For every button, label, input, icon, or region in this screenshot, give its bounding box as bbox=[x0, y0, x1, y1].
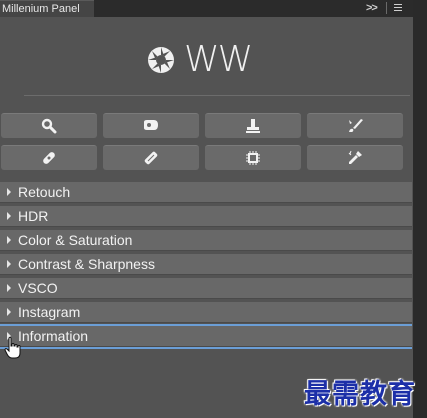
tab-divider bbox=[386, 2, 387, 14]
panel-menu-icon[interactable] bbox=[391, 0, 405, 17]
logo-text: WW bbox=[184, 39, 253, 80]
chip-icon bbox=[246, 151, 260, 165]
section-vsco[interactable]: VSCO bbox=[0, 278, 412, 299]
brush-tool-button[interactable] bbox=[307, 113, 403, 138]
section-label: Information bbox=[18, 328, 89, 344]
stamp-icon bbox=[246, 119, 260, 133]
healing-brush-icon bbox=[144, 151, 158, 165]
section-label: HDR bbox=[18, 208, 49, 224]
search-icon bbox=[41, 118, 57, 134]
panel-tab-title[interactable]: Millenium Panel bbox=[0, 0, 94, 17]
section-contrast-sharpness[interactable]: Contrast & Sharpness bbox=[0, 254, 412, 275]
panel-tab-bar: Millenium Panel >> bbox=[0, 0, 427, 17]
panel-edge-top bbox=[413, 0, 427, 17]
zoom-tool-button[interactable] bbox=[1, 113, 97, 138]
section-hdr[interactable]: HDR bbox=[0, 206, 412, 227]
section-information[interactable]: Information bbox=[0, 326, 412, 347]
section-label: VSCO bbox=[18, 280, 58, 296]
expand-icon[interactable]: >> bbox=[366, 0, 378, 17]
drop-highlight-bottom bbox=[0, 347, 412, 349]
brush-icon bbox=[349, 119, 363, 132]
expand-arrow-icon bbox=[7, 188, 11, 196]
eraser-tool-button[interactable] bbox=[103, 113, 199, 138]
panel-scrollbar-track[interactable] bbox=[413, 17, 427, 418]
panel-logo: WW bbox=[146, 39, 253, 80]
chip-tool-button[interactable] bbox=[205, 145, 301, 170]
bandage-tool-button[interactable] bbox=[1, 145, 97, 170]
hand-cursor-icon bbox=[4, 336, 21, 359]
section-label: Color & Saturation bbox=[18, 232, 133, 248]
expand-arrow-icon bbox=[7, 284, 11, 292]
expand-arrow-icon bbox=[7, 236, 11, 244]
expand-arrow-icon bbox=[7, 308, 11, 316]
section-instagram[interactable]: Instagram bbox=[0, 302, 412, 323]
expand-arrow-icon bbox=[7, 212, 11, 220]
eyedropper-icon bbox=[348, 150, 362, 164]
section-label: Retouch bbox=[18, 184, 71, 200]
aperture-icon bbox=[148, 47, 174, 73]
section-label: Contrast & Sharpness bbox=[18, 256, 155, 272]
stamp-tool-button[interactable] bbox=[205, 113, 301, 138]
eraser-icon bbox=[144, 120, 158, 130]
logo-divider bbox=[24, 95, 410, 96]
expand-arrow-icon bbox=[7, 260, 11, 268]
eyedropper-tool-button[interactable] bbox=[307, 145, 403, 170]
section-retouch[interactable]: Retouch bbox=[0, 182, 412, 203]
bandage-icon bbox=[43, 152, 55, 164]
watermark-text: 最需教育 bbox=[304, 379, 416, 410]
section-label: Instagram bbox=[18, 304, 81, 320]
healing-tool-button[interactable] bbox=[103, 145, 199, 170]
section-color-saturation[interactable]: Color & Saturation bbox=[0, 230, 412, 251]
